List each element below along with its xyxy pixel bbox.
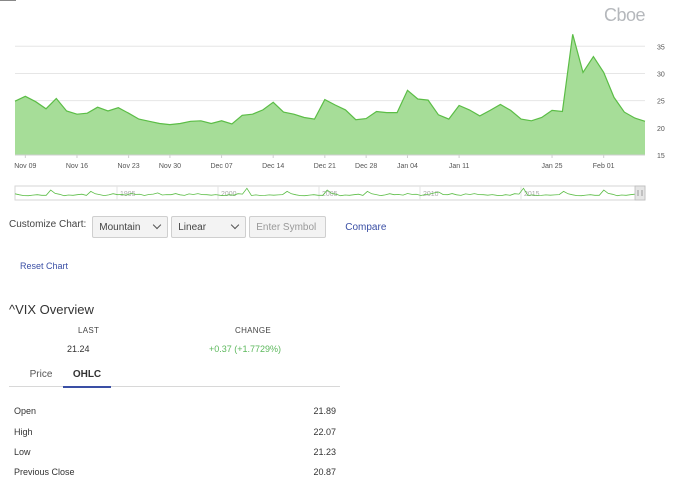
overview-tabs: Price OHLC <box>9 362 340 388</box>
chevron-down-icon <box>231 220 240 230</box>
x-tick-label: Jan 25 <box>542 163 563 170</box>
tab-price[interactable]: Price <box>19 362 63 387</box>
chart-controls: Customize Chart: Mountain Linear Enter S… <box>9 216 386 238</box>
x-tick-label: Jan 04 <box>397 163 418 170</box>
area-fill <box>15 34 645 155</box>
row-value: 22.07 <box>313 427 336 437</box>
change-value: +0.37 (+1.7729%) <box>209 344 282 354</box>
row-label: Previous Close <box>14 467 75 477</box>
reset-chart-link[interactable]: Reset Chart <box>20 261 68 271</box>
row-value: 20.87 <box>313 467 336 477</box>
scale-dropdown[interactable]: Linear <box>171 216 247 238</box>
symbol-input[interactable]: Enter Symbol <box>249 216 327 238</box>
x-tick-label: Dec 07 <box>210 163 232 170</box>
ohlc-row-low: Low 21.23 <box>14 447 336 457</box>
y-tick-label: 25 <box>657 99 665 106</box>
x-tick-label: Jan 11 <box>449 163 470 170</box>
customize-chart-label: Customize Chart: <box>9 218 87 230</box>
row-value: 21.23 <box>313 447 336 457</box>
row-value: 21.89 <box>313 406 336 416</box>
ohlc-row-high: High 22.07 <box>14 427 336 437</box>
chart-type-dropdown[interactable]: Mountain <box>92 216 169 238</box>
row-label: Open <box>14 406 37 416</box>
ohlc-row-open: Open 21.89 <box>14 406 336 416</box>
y-tick-label: 30 <box>657 71 665 78</box>
change-header: CHANGE <box>235 326 272 335</box>
last-value: 21.24 <box>67 344 90 354</box>
chevron-down-icon <box>153 220 162 230</box>
x-tick-label: Dec 14 <box>262 163 284 170</box>
overview-title: ^VIX Overview <box>9 302 94 317</box>
navigator-handle-icon <box>634 185 646 201</box>
compare-link[interactable]: Compare <box>345 222 386 233</box>
y-tick-label: 20 <box>657 126 665 133</box>
last-header: LAST <box>78 326 100 335</box>
y-tick-label: 15 <box>657 153 665 160</box>
vix-chart[interactable]: 3530252015Nov 09 Nov 16 Nov 23 Nov 30 Dec 07… <box>0 0 675 205</box>
x-tick-label: Nov 23 <box>118 163 140 170</box>
ohlc-row-previous-close: Previous Close 20.87 <box>14 467 336 477</box>
x-tick-label: Nov 09 <box>14 163 36 170</box>
x-tick-label: Nov 16 <box>66 163 88 170</box>
x-tick-label: Nov 30 <box>159 163 181 170</box>
navigator-year-label: 2015 <box>524 191 540 198</box>
x-tick-label: Feb 01 <box>593 163 615 170</box>
row-label: High <box>14 427 33 437</box>
row-label: Low <box>14 447 31 457</box>
tab-ohlc[interactable]: OHLC <box>63 362 111 388</box>
x-tick-label: Dec 21 <box>314 163 336 170</box>
y-tick-label: 35 <box>657 44 665 51</box>
x-tick-label: Dec 28 <box>355 163 377 170</box>
